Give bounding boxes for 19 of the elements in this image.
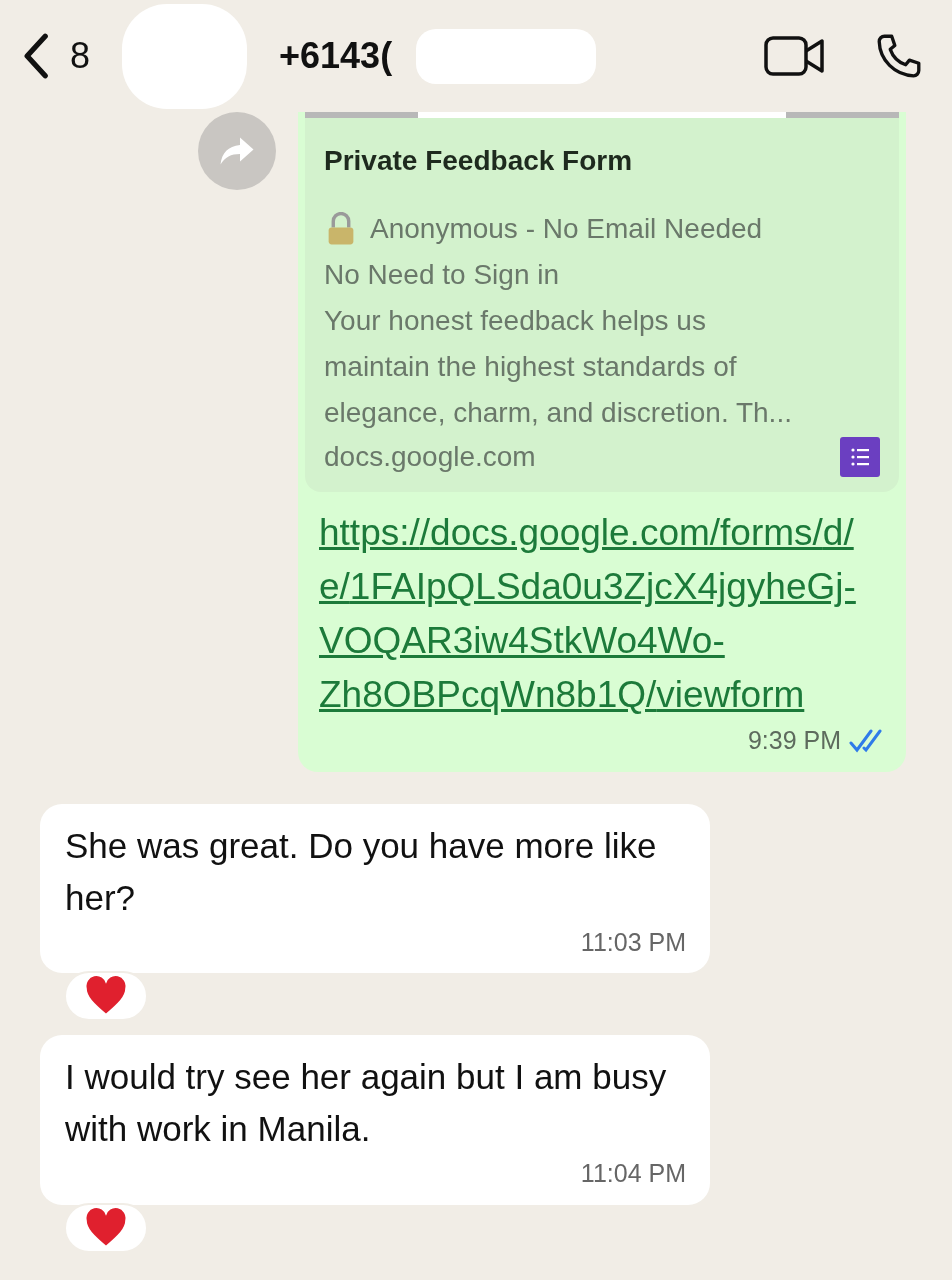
forms-icon xyxy=(840,437,880,477)
message-text: I would try see her again but I am busy with work in Manila. xyxy=(65,1056,668,1150)
form-link[interactable]: https://docs.google.com/forms/d/e/1FAIpQLSda0u3ZjcX4jgyheGj-VOQAR3iw4StkWo4Wo-Zh8OBPcqWn8b1Q/viewform xyxy=(305,492,875,722)
heart-icon xyxy=(85,976,127,1016)
preview-title: Private Feedback Form xyxy=(324,144,634,178)
forward-icon xyxy=(219,136,255,166)
preview-description: Anonymous - No Email Needed xyxy=(370,212,763,246)
preview-domain: docs.google.com xyxy=(324,440,536,474)
contact-name[interactable]: +6143( xyxy=(279,29,393,83)
link-preview-card[interactable]: Private Feedback Form Anonymous - No Email Needed No Need to Sign in Your honest feedback helps us maintain the highest standards of elegance, charm, and discretion. Th... docs.google.com xyxy=(305,112,899,492)
message-time: 9:39 PM xyxy=(747,725,841,756)
message-text: She was great. Do you have more like her? xyxy=(65,824,658,919)
message-time: 11:04 PM xyxy=(580,1158,686,1189)
preview-description: No Need to Sign in xyxy=(324,258,561,292)
heart-icon xyxy=(85,1207,127,1248)
message-time: 11:03 PM xyxy=(580,926,686,958)
video-call-icon[interactable] xyxy=(764,34,826,78)
unread-count: 8 xyxy=(70,34,91,78)
preview-description: Your honest feedback helps us maintain the highest standards of elegance, charm, and discretion. Th... xyxy=(324,304,793,430)
